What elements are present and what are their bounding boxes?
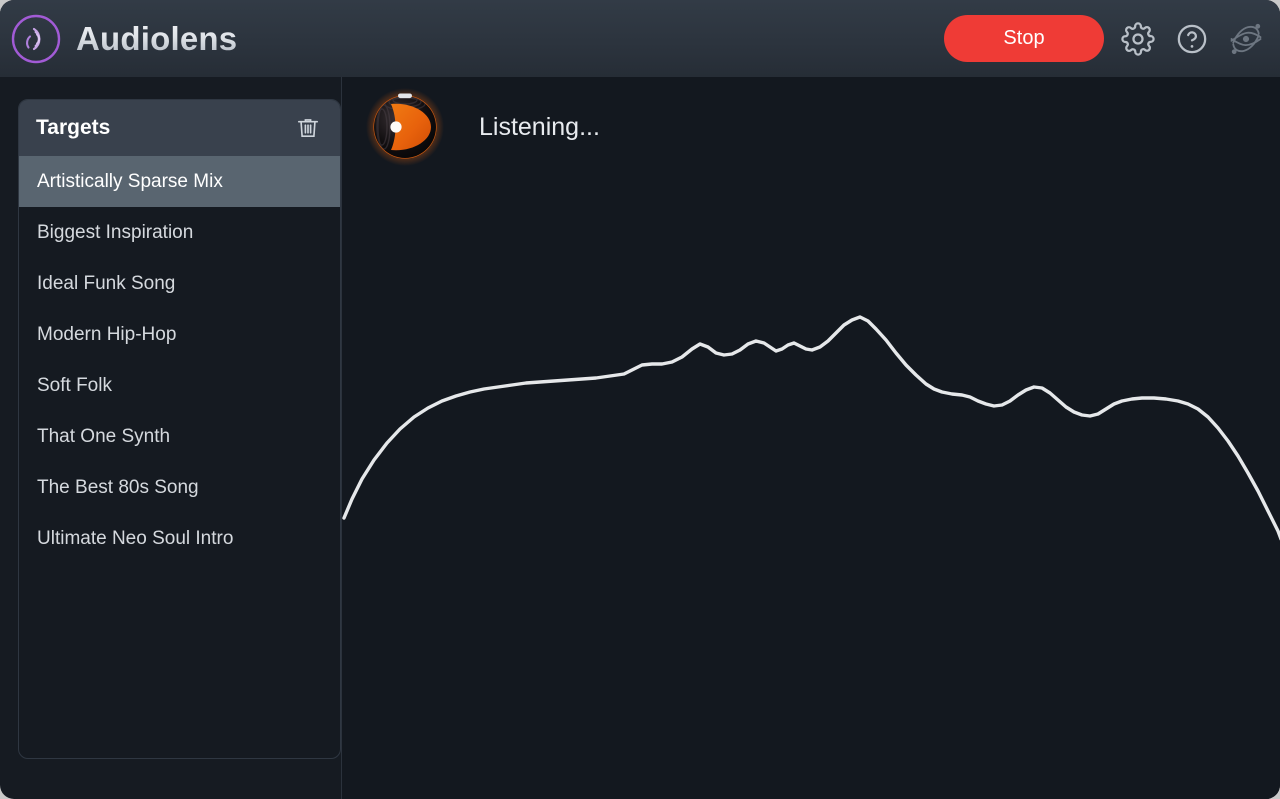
trash-icon[interactable] bbox=[293, 113, 323, 143]
atom-network-icon[interactable] bbox=[1226, 19, 1266, 59]
target-list-item[interactable]: Ideal Funk Song bbox=[19, 258, 340, 309]
stop-button[interactable]: Stop bbox=[944, 15, 1104, 62]
spectrum-line bbox=[342, 315, 1280, 541]
target-list-item[interactable]: Biggest Inspiration bbox=[19, 207, 340, 258]
sidebar-title: Targets bbox=[36, 116, 111, 139]
titlebar: Audiolens Stop bbox=[0, 0, 1280, 77]
brand: Audiolens bbox=[10, 13, 237, 65]
gear-icon[interactable] bbox=[1118, 19, 1158, 59]
target-list-item[interactable]: Soft Folk bbox=[19, 360, 340, 411]
target-list-item[interactable]: Ultimate Neo Soul Intro bbox=[19, 513, 340, 564]
target-list-item[interactable]: That One Synth bbox=[19, 411, 340, 462]
targets-sidebar: Targets Artistically Sparse Mix Biggest I… bbox=[18, 99, 341, 759]
target-list-item[interactable]: Modern Hip-Hop bbox=[19, 309, 340, 360]
question-mark-circle-icon[interactable] bbox=[1172, 19, 1212, 59]
target-list-item[interactable]: The Best 80s Song bbox=[19, 462, 340, 513]
titlebar-actions: Stop bbox=[944, 15, 1266, 62]
spectrum-chart bbox=[342, 315, 1280, 541]
main-pane: Listening... bbox=[341, 77, 1280, 799]
content-area: Targets Artistically Sparse Mix Biggest I… bbox=[0, 77, 1280, 799]
sidebar-header: Targets bbox=[19, 100, 340, 156]
target-list-item[interactable]: Artistically Sparse Mix bbox=[19, 156, 340, 207]
app-title: Audiolens bbox=[76, 19, 238, 57]
targets-list: Artistically Sparse Mix Biggest Inspirati… bbox=[19, 156, 340, 564]
audio-waves-circle-icon bbox=[10, 13, 62, 65]
app-window: Audiolens Stop Targets Artistically Spar… bbox=[0, 0, 1280, 799]
